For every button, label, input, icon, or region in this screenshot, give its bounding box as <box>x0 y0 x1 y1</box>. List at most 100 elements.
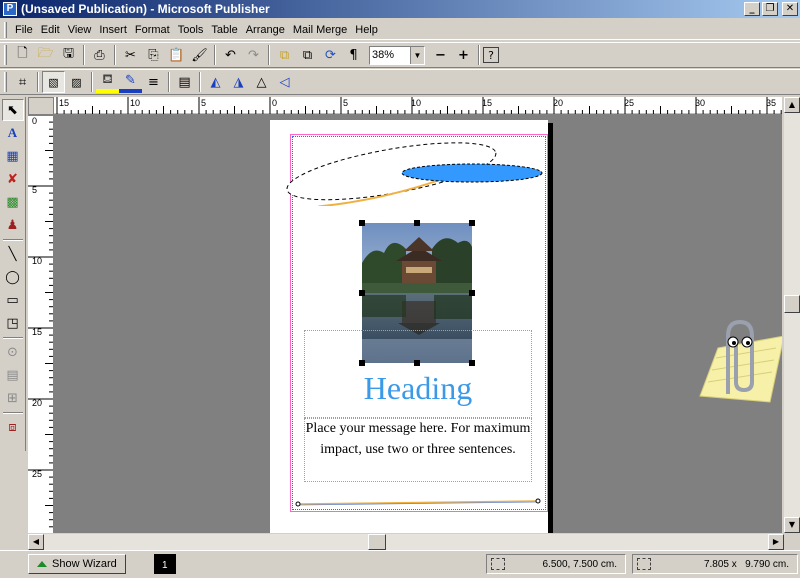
menu-edit[interactable]: Edit <box>37 24 64 36</box>
redo-icon[interactable]: ↷ <box>242 44 265 66</box>
crop-icon[interactable]: ⌗ <box>11 71 34 93</box>
vertical-scroll-thumb[interactable] <box>784 295 800 313</box>
menu-arrange[interactable]: Arrange <box>242 24 289 36</box>
scroll-right-button[interactable]: ▶ <box>768 534 784 550</box>
restore-button[interactable]: ❐ <box>762 2 778 16</box>
wordart-icon[interactable]: ✘ <box>2 168 24 190</box>
page-navigator[interactable]: 1 <box>153 553 176 574</box>
size-field: 7.805 x 9.790 cm. <box>632 554 798 574</box>
fill-color-icon[interactable]: ⛾ <box>96 71 119 93</box>
menu-help[interactable]: Help <box>351 24 382 36</box>
custom-shapes-icon[interactable]: ◳ <box>2 312 24 334</box>
clip-gallery-icon[interactable]: ♟ <box>2 214 24 236</box>
show-wizard-button[interactable]: Show Wizard <box>28 553 126 574</box>
open-icon[interactable]: 🗁 <box>34 44 57 66</box>
office-assistant-clippy[interactable] <box>688 318 782 408</box>
resize-handle[interactable] <box>359 220 365 226</box>
ruler-label: 25 <box>624 98 635 108</box>
hotspot-icon[interactable]: ⊙ <box>2 341 24 363</box>
menu-mail-merge[interactable]: Mail Merge <box>289 24 351 36</box>
scroll-up-button[interactable]: ▲ <box>784 97 800 113</box>
menu-file[interactable]: File <box>11 24 37 36</box>
save-icon[interactable]: 🖫 <box>57 44 80 66</box>
table-frame-icon[interactable]: ▦ <box>2 145 24 167</box>
ruler-corner[interactable] <box>28 97 54 115</box>
toolbar-grip-2[interactable] <box>4 72 7 92</box>
border-icon[interactable]: ▧ <box>42 71 65 93</box>
vertical-scrollbar[interactable]: ▲ ▼ <box>784 97 800 533</box>
resize-handle[interactable] <box>469 220 475 226</box>
oval-icon[interactable]: ◯ <box>2 266 24 288</box>
scroll-down-button[interactable]: ▼ <box>784 517 800 533</box>
rotate-icon[interactable]: ⟳ <box>319 44 342 66</box>
menu-tools[interactable]: Tools <box>174 24 208 36</box>
ruler-label: 15 <box>482 98 493 108</box>
new-icon[interactable]: 🗋 <box>11 44 34 66</box>
ruler-label: 0 <box>272 98 278 108</box>
position-icon <box>491 558 505 570</box>
picture-frame-icon[interactable]: ▩ <box>2 191 24 213</box>
resize-handle[interactable] <box>359 290 365 296</box>
minimize-button[interactable]: _ <box>744 2 760 16</box>
rotate-left-icon[interactable]: ◭ <box>204 71 227 93</box>
resize-handle[interactable] <box>469 290 475 296</box>
formatting-toolbar: ⌗ ▧ ▨ ⛾ ✎ ≡ ▤ ◭ ◮ △ ◁ <box>0 69 800 95</box>
bring-front-icon[interactable]: ⧉ <box>273 44 296 66</box>
shadow-icon[interactable]: ▨ <box>65 71 88 93</box>
ruler-label: 10 <box>411 98 422 108</box>
rotate-right-icon[interactable]: ◮ <box>227 71 250 93</box>
menu-view[interactable]: View <box>64 24 96 36</box>
status-bar: Show Wizard 1 6.500, 7.500 cm. 7.805 x 9… <box>0 550 800 576</box>
design-gallery-icon[interactable]: ⧈ <box>2 416 24 438</box>
format-painter-icon[interactable]: 🖌 <box>188 44 211 66</box>
toolbar-grip[interactable] <box>4 45 7 65</box>
object-properties-icon[interactable]: ▤ <box>173 71 196 93</box>
paste-icon[interactable]: 📋 <box>165 44 188 66</box>
standard-toolbar: 🗋 🗁 🖫 ⎙ ✂ ⎘ 📋 🖌 ↶ ↷ ⧉ ⧉ ⟳ ¶ 38% ▼ − + ? <box>0 42 800 68</box>
help-button[interactable]: ? <box>483 47 499 63</box>
close-button[interactable]: ✕ <box>782 2 798 16</box>
chevron-down-icon[interactable]: ▼ <box>410 46 424 64</box>
horizontal-scrollbar[interactable]: ◀ ▶ <box>28 534 784 550</box>
print-icon[interactable]: ⎙ <box>88 44 111 66</box>
menu-grip[interactable] <box>4 21 7 38</box>
decorative-ovals[interactable] <box>284 134 554 206</box>
ruler-label: 35 <box>766 98 777 108</box>
ruler-label: 0 <box>32 116 38 126</box>
zoom-in-button[interactable]: + <box>452 44 475 66</box>
show-special-chars-icon[interactable]: ¶ <box>342 44 365 66</box>
undo-icon[interactable]: ↶ <box>219 44 242 66</box>
line-icon[interactable]: ╲ <box>2 243 24 265</box>
horizontal-scroll-thumb[interactable] <box>368 534 386 550</box>
menu-format[interactable]: Format <box>131 24 174 36</box>
rectangle-icon[interactable]: ▭ <box>2 289 24 311</box>
form-control-icon[interactable]: ▤ <box>2 364 24 386</box>
menu-insert[interactable]: Insert <box>95 24 131 36</box>
ruler-label: 15 <box>59 98 70 108</box>
position-field: 6.500, 7.500 cm. <box>486 554 626 574</box>
line-style-icon[interactable]: ≡ <box>142 71 165 93</box>
flip-vertical-icon[interactable]: △ <box>250 71 273 93</box>
flip-horizontal-icon[interactable]: ◁ <box>273 71 296 93</box>
workspace[interactable]: Heading Place your message here. For max… <box>54 115 782 533</box>
send-back-icon[interactable]: ⧉ <box>296 44 319 66</box>
horizontal-ruler[interactable]: 15 10 5 0 5 10 15 20 25 30 35 <box>54 97 782 115</box>
pointer-icon[interactable]: ⬉ <box>1 99 24 121</box>
triangle-up-icon <box>37 560 47 567</box>
publication-page[interactable]: Heading Place your message here. For max… <box>270 120 548 533</box>
resize-handle[interactable] <box>414 220 420 226</box>
decorative-line[interactable] <box>294 498 544 508</box>
scroll-left-button[interactable]: ◀ <box>28 534 44 550</box>
html-code-icon[interactable]: ⊞ <box>2 387 24 409</box>
text-frame-icon[interactable]: A <box>2 122 24 144</box>
page-heading[interactable]: Heading <box>304 370 532 407</box>
cut-icon[interactable]: ✂ <box>119 44 142 66</box>
zoom-select[interactable]: 38% ▼ <box>369 45 425 65</box>
page-message[interactable]: Place your message here. For maximum imp… <box>304 418 532 460</box>
copy-icon[interactable]: ⎘ <box>142 44 165 66</box>
vertical-ruler[interactable]: 0 5 10 15 20 25 <box>28 115 54 533</box>
menu-table[interactable]: Table <box>207 24 241 36</box>
zoom-out-button[interactable]: − <box>429 44 452 66</box>
publisher-icon: P <box>3 2 17 16</box>
line-color-icon[interactable]: ✎ <box>119 71 142 93</box>
